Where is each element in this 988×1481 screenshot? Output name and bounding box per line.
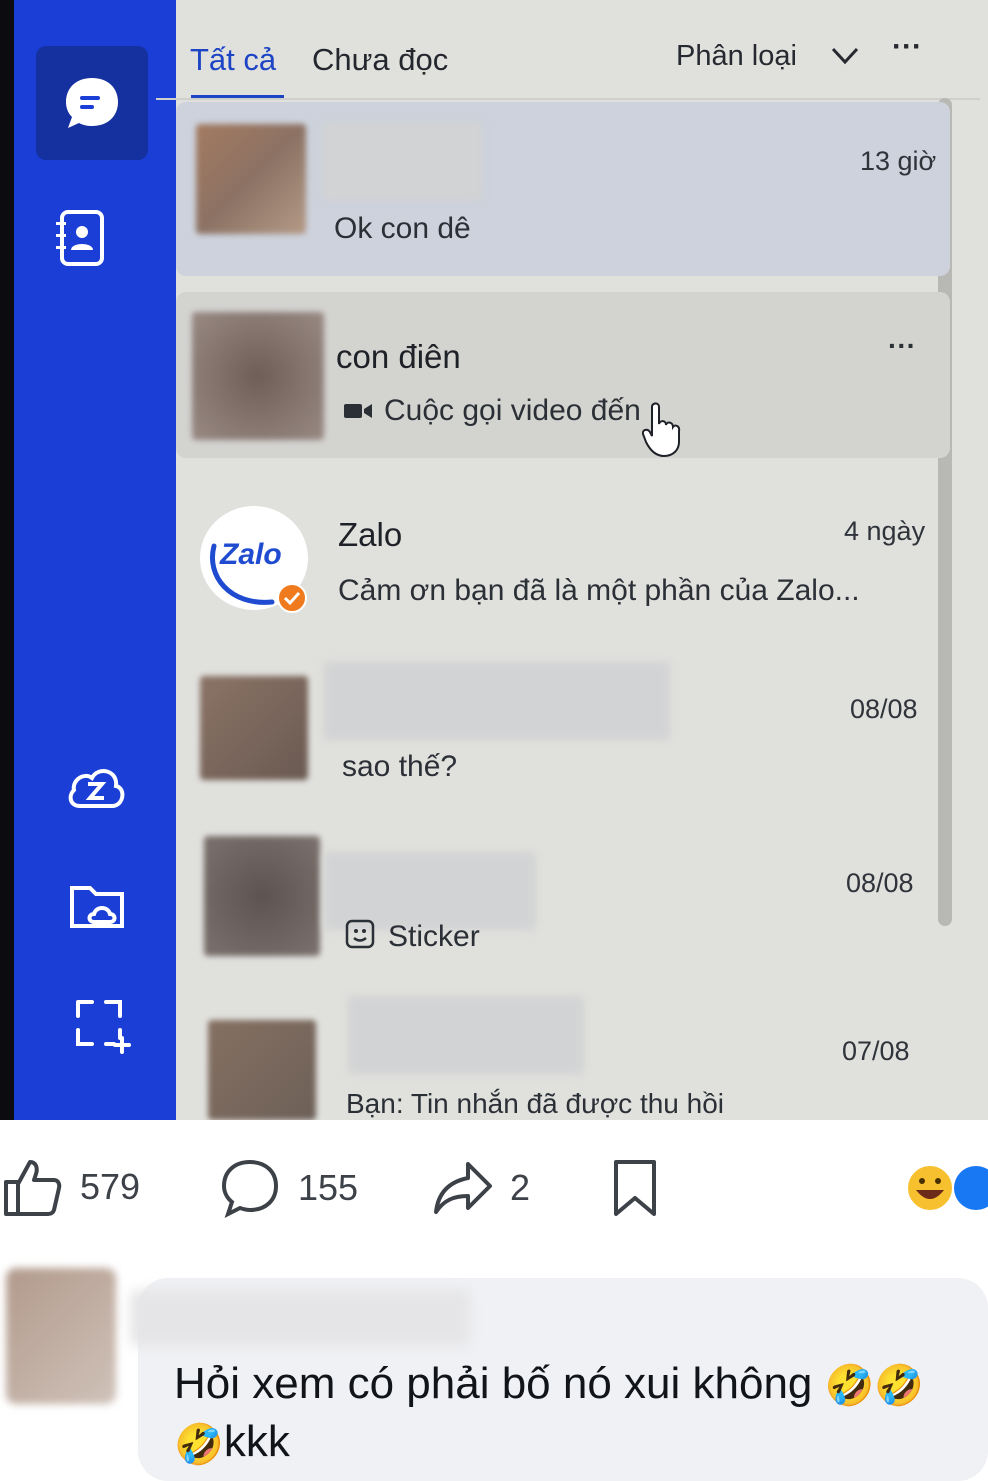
- avatar: [200, 676, 308, 780]
- avatar: [204, 836, 320, 956]
- sort-dropdown[interactable]: Phân loại: [676, 40, 797, 73]
- monitor-bezel: [0, 0, 14, 1120]
- message-time: 4 ngày: [844, 516, 926, 546]
- comment-tail: kkk: [223, 1417, 290, 1467]
- like-count: 579: [80, 1166, 141, 1207]
- zalo-logo-text: Zalo: [220, 538, 282, 571]
- message-preview: Cảm ơn bạn đã là một phần của Zalo...: [338, 574, 860, 607]
- commenter-name-blurred[interactable]: [130, 1290, 470, 1346]
- more-options-icon[interactable]: ···: [892, 30, 922, 64]
- message-preview: Sticker: [388, 920, 480, 953]
- cloud-folder-icon[interactable]: [66, 876, 130, 936]
- comment-body: Hỏi xem có phải bố nó xui không: [174, 1359, 813, 1408]
- message-preview: Ok con dê: [334, 212, 471, 245]
- share-button[interactable]: 2: [432, 1160, 530, 1216]
- cloud-icon[interactable]: [64, 760, 128, 816]
- message-preview: Bạn: Tin nhắn đã được thu hồi: [346, 1088, 725, 1119]
- contact-name: con điên: [336, 338, 461, 375]
- reaction-summary[interactable]: [906, 1164, 988, 1212]
- avatar: [196, 124, 306, 234]
- tab-all[interactable]: Tất cả: [190, 42, 276, 78]
- contact-name-blurred: [324, 662, 670, 740]
- rofl-emoji-icon: 🤣🤣: [824, 1363, 925, 1410]
- sidebar: [14, 0, 176, 1120]
- avatar: [208, 1020, 316, 1120]
- message-time: 07/08: [842, 1036, 910, 1066]
- contact-name-blurred: [322, 122, 482, 200]
- comment-text: Hỏi xem có phải bố nó xui không 🤣🤣 🤣kkk: [174, 1356, 974, 1473]
- bookmark-icon: [614, 1160, 656, 1216]
- tabs-divider: [156, 98, 980, 100]
- sticker-icon: [344, 918, 376, 950]
- messages-icon[interactable]: [60, 72, 124, 136]
- save-button[interactable]: [612, 1158, 658, 1218]
- contact-name-blurred: [348, 996, 584, 1074]
- comment-count: 155: [298, 1167, 359, 1208]
- comment-icon: [221, 1159, 279, 1218]
- message-time: 13 giờ: [860, 146, 937, 176]
- avatar: [192, 312, 324, 440]
- item-more-icon[interactable]: ···: [888, 330, 916, 362]
- rofl-emoji-icon: 🤣: [174, 1421, 224, 1468]
- like-icon: [4, 1160, 62, 1216]
- commenter-avatar[interactable]: [6, 1268, 116, 1404]
- zalo-screen-photo: Tất cả Chưa đọc Phân loại ··· Ok con dê …: [0, 0, 988, 1120]
- screenshot-icon[interactable]: [70, 994, 134, 1058]
- share-count: 2: [510, 1167, 531, 1208]
- video-call-icon: [342, 398, 374, 422]
- chevron-down-icon[interactable]: [830, 44, 860, 68]
- contact-name: Zalo: [338, 516, 403, 553]
- message-preview: sao thế?: [342, 750, 458, 783]
- tab-unread[interactable]: Chưa đọc: [312, 42, 448, 78]
- comment-button[interactable]: 155: [220, 1158, 358, 1218]
- hand-cursor-icon: [641, 402, 682, 458]
- message-time: 08/08: [846, 868, 914, 898]
- reaction-icons: [906, 1164, 988, 1212]
- message-preview: Cuộc gọi video đến: [384, 394, 641, 427]
- verified-badge-icon: [276, 582, 308, 614]
- contacts-icon[interactable]: [52, 206, 112, 270]
- like-button[interactable]: 579: [2, 1156, 140, 1218]
- share-icon: [434, 1162, 492, 1214]
- message-time: 08/08: [850, 694, 918, 724]
